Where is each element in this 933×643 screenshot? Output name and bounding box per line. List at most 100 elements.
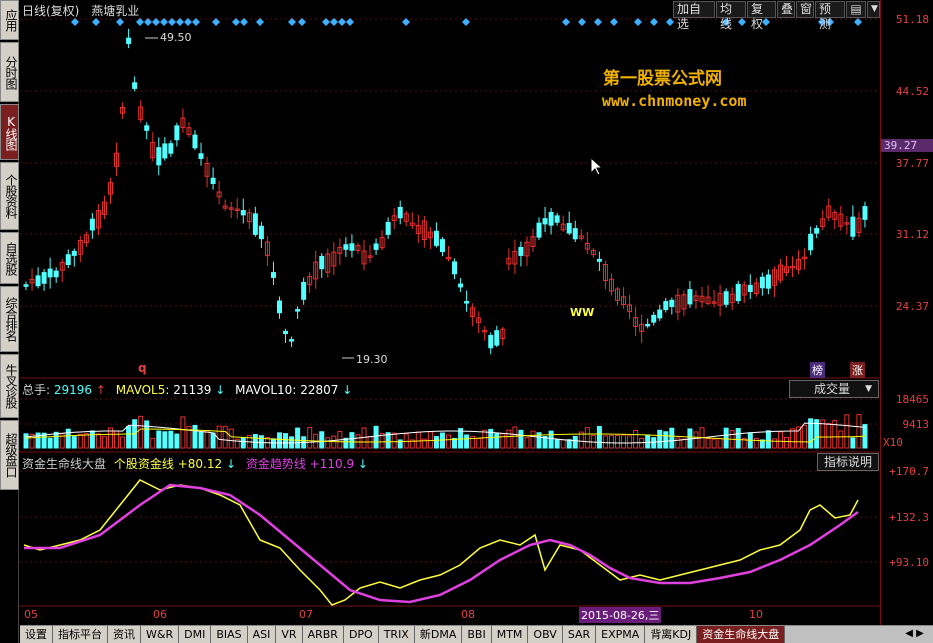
volume-bar <box>663 431 669 449</box>
left-nav-item[interactable]: 分时图 <box>0 42 19 102</box>
indicator-tab[interactable]: W&R <box>141 626 180 643</box>
candle-body <box>35 275 41 287</box>
indicator-tab[interactable]: 背离KDJ <box>645 626 698 643</box>
rise-badge[interactable]: 涨 <box>850 362 865 378</box>
volume-bar <box>530 430 536 449</box>
price-tick: 31.12 <box>895 228 929 241</box>
indicator-tab[interactable]: 新DMA <box>414 626 463 643</box>
left-nav-item[interactable]: K线图 <box>0 104 19 160</box>
indicator-tick: +132.3 <box>889 511 929 524</box>
candle-body <box>645 323 651 327</box>
candle-body <box>596 258 602 262</box>
candle-body <box>144 125 150 131</box>
volume-bar <box>83 433 89 449</box>
volume-bar <box>446 434 451 449</box>
indicator-tick: +170.7 <box>889 465 929 478</box>
candle-body <box>258 225 264 240</box>
signal-diamond <box>578 18 586 26</box>
signal-diamond <box>762 18 770 26</box>
indicator-tab[interactable]: SAR <box>562 626 597 643</box>
tab-scroll-arrows-icon[interactable]: ◀ ▶ <box>896 626 933 643</box>
volume-bar <box>23 433 29 449</box>
trend-line-arrow-icon: ↓ <box>357 457 368 471</box>
add-watchlist-button[interactable]: 加自选 <box>673 1 715 31</box>
indicator-tab[interactable]: DPO <box>343 626 379 643</box>
volume-bar <box>790 428 796 449</box>
candle-body <box>349 243 355 251</box>
indicator-tab[interactable]: ASI <box>247 626 277 643</box>
volume-header: 总手: 29196 ↑ MAVOL5: 21139 ↓ MAVOL10: 228… <box>22 381 352 398</box>
indicator-tab[interactable]: TRIX <box>378 626 415 643</box>
left-nav-item[interactable]: 个股资料 <box>0 162 19 230</box>
candle-body <box>385 221 391 235</box>
volume-bar <box>391 432 397 449</box>
rank-badge[interactable]: 榜 <box>810 362 825 378</box>
volume-bar <box>198 431 204 449</box>
left-nav-item[interactable]: 自选股 <box>0 232 19 284</box>
left-nav-item[interactable]: 综合排名 <box>0 286 19 352</box>
volume-bar <box>216 425 222 449</box>
x-label-07: 07 <box>299 608 313 621</box>
indicator-tab[interactable]: 资金生命线大盘 <box>697 626 786 643</box>
indicator-tab[interactable]: VR <box>276 626 303 643</box>
indicator-tab[interactable]: BBI <box>462 626 492 643</box>
volume-bar <box>506 429 512 449</box>
signal-diamond <box>288 18 296 26</box>
toolbar-menu-icon[interactable]: ▤ <box>846 1 866 18</box>
indicator-tab[interactable]: 指标平台 <box>53 626 108 643</box>
signal-diamond <box>152 18 160 26</box>
signal-diamond <box>338 18 346 26</box>
volume-bar <box>295 427 301 449</box>
left-nav-item[interactable]: 牛叉诊股 <box>0 354 19 418</box>
signal-diamond <box>232 18 240 26</box>
indicator-tab[interactable]: MTM <box>491 626 529 643</box>
volume-bar <box>681 438 687 449</box>
indicator-tab[interactable]: 资讯 <box>108 626 141 643</box>
indicator-tab[interactable]: EXPMA <box>596 626 646 643</box>
watermark-title: 第一股票公式网 <box>603 69 722 89</box>
signal-diamond <box>322 18 330 26</box>
volume-bar <box>518 429 524 449</box>
volume-bar <box>500 433 506 449</box>
volume-bar <box>850 437 856 449</box>
overlay-button[interactable]: 叠 <box>777 1 795 18</box>
volume-bar <box>355 434 361 449</box>
volume-bar <box>826 423 832 449</box>
indicator-tab[interactable]: OBV <box>528 626 563 643</box>
candle-body <box>814 228 820 234</box>
signal-diamond <box>136 18 144 26</box>
volume-bar <box>675 437 681 449</box>
volume-bar <box>65 428 71 449</box>
indicator-help-button[interactable]: 指标说明 <box>817 453 880 471</box>
volume-bar <box>47 437 53 449</box>
volume-bar <box>615 435 620 449</box>
volume-bar <box>433 436 439 449</box>
chart-area[interactable]: 日线(复权) 燕塘乳业 第一股票公式网 www.chnmoney.com 49.… <box>20 0 880 625</box>
forecast-button[interactable]: 预测 <box>815 1 845 31</box>
indicator-name: 资金生命线大盘 <box>22 457 107 471</box>
left-nav-item[interactable]: 超级盘口 <box>0 420 19 490</box>
candle-body <box>651 314 657 323</box>
candle-body <box>536 222 542 238</box>
indicator-tab[interactable]: DMI <box>179 626 212 643</box>
volume-bar <box>258 435 264 449</box>
volume-bar <box>373 425 379 449</box>
candle-body <box>301 281 307 300</box>
indicator-tab[interactable]: BIAS <box>211 626 248 643</box>
candle-body <box>548 211 554 226</box>
indicator-tab[interactable]: 设置 <box>20 626 53 643</box>
volume-bar <box>174 433 180 449</box>
volume-tick: 9413 <box>902 418 930 431</box>
indicator-header: 资金生命线大盘 个股资金线 +80.12 ↓ 资金趋势线 +110.9 ↓ <box>22 455 368 472</box>
window-button[interactable]: 窗 <box>796 1 814 18</box>
signal-diamond <box>666 18 674 26</box>
ma-line-button[interactable]: 均线 <box>716 1 746 31</box>
candle-body <box>747 284 753 292</box>
volume-bar <box>168 430 174 449</box>
left-nav-item[interactable]: 应用 <box>0 0 19 40</box>
high-price-marker: 49.50 <box>160 31 192 44</box>
adjust-button[interactable]: 复权 <box>747 1 776 31</box>
toolbar-dropdown-icon[interactable]: ▼ <box>867 1 880 18</box>
indicator-tab[interactable]: ARBR <box>302 626 344 643</box>
volume-selector[interactable]: 成交量 ▼ <box>789 380 879 398</box>
